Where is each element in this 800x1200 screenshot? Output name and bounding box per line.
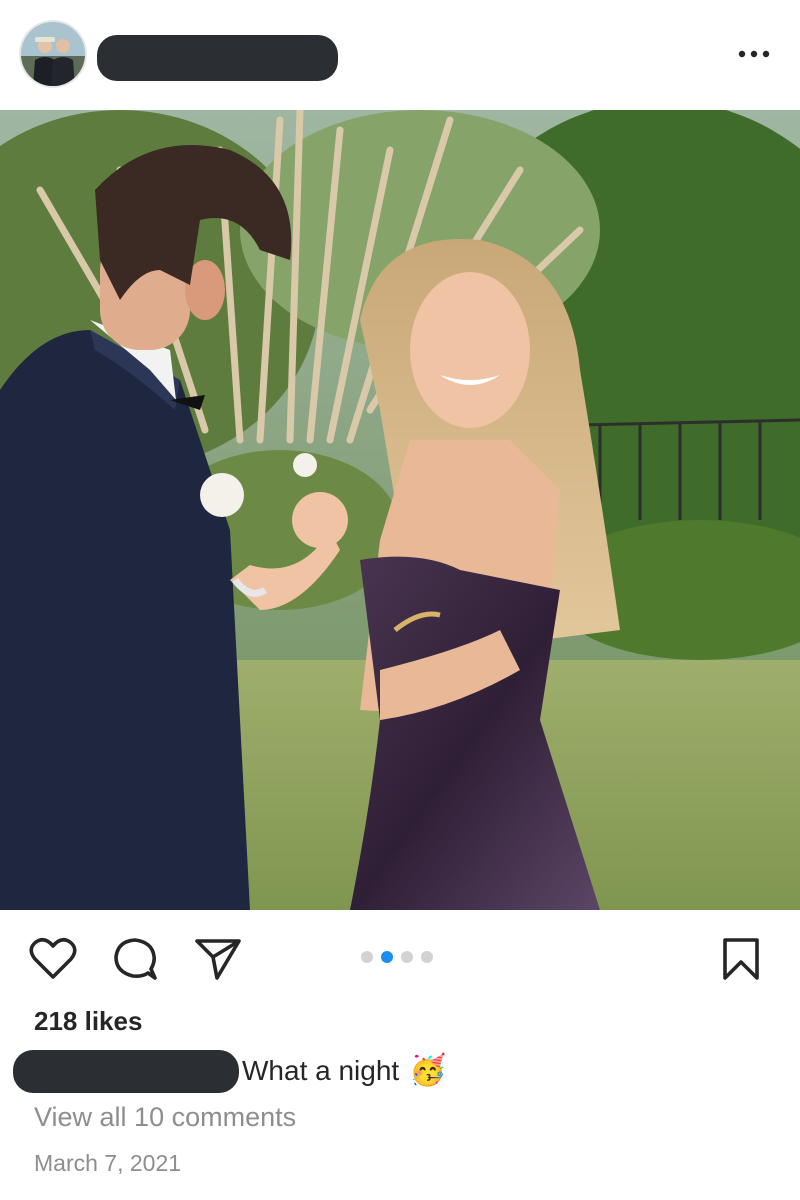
comment-bubble-icon [114,938,157,980]
redacted-username [97,35,338,81]
party-face-emoji: 🥳 [409,1054,447,1087]
save-button[interactable] [716,934,766,984]
carousel-indicator [361,951,433,963]
carousel-dot [361,951,373,963]
view-all-comments-link[interactable]: View all 10 comments [34,1102,296,1133]
carousel-dot [421,951,433,963]
caption-text: What a night [242,1055,400,1086]
likes-count[interactable]: 218 likes [34,1006,142,1037]
paper-plane-icon [195,939,241,980]
carousel-dot-active [381,951,393,963]
more-options-button[interactable] [734,40,774,68]
bookmark-icon [723,938,759,980]
post-header [0,0,800,110]
avatar[interactable] [21,22,85,86]
avatar-image [21,22,85,86]
post-photo[interactable] [0,110,800,910]
like-button[interactable] [28,934,78,984]
caption: What a night 🥳 [242,1055,447,1087]
redacted-caption-username [13,1050,239,1093]
more-horizontal-icon [738,50,770,58]
heart-icon [29,937,77,979]
post-date: March 7, 2021 [34,1150,182,1176]
comment-button[interactable] [110,934,160,984]
prom-couple-photo [0,110,800,910]
share-button[interactable] [193,934,243,984]
carousel-dot [401,951,413,963]
